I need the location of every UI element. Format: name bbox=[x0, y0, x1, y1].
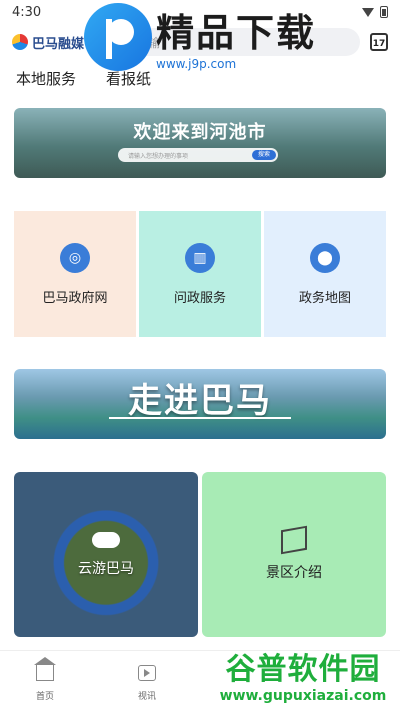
hechi-banner-title: 欢迎来到河池市 bbox=[133, 122, 267, 143]
logo-mark-icon bbox=[12, 34, 28, 50]
location-pin-icon: ⬤ bbox=[310, 242, 340, 273]
wifi-icon bbox=[362, 7, 374, 17]
tile-label: 云游巴马 bbox=[78, 560, 134, 577]
bama-banner-title: 走进巴马 bbox=[128, 381, 272, 421]
service-inquiry[interactable]: ▥ 问政服务 bbox=[139, 211, 261, 337]
tab-newspaper[interactable]: 看报纸 bbox=[106, 68, 151, 89]
service-grid: ◎ 巴马政府网 ▥ 问政服务 ⬤ 政务地图 bbox=[14, 211, 386, 337]
search-placeholder: 请输 bbox=[136, 35, 161, 50]
cloud-plane-icon bbox=[92, 531, 120, 548]
logo-text: 巴马融媒 bbox=[32, 36, 85, 52]
nav-home-label: 首页 bbox=[36, 692, 55, 702]
service-gov-map[interactable]: ⬤ 政务地图 bbox=[264, 211, 386, 337]
search-icon bbox=[118, 36, 130, 48]
home-icon bbox=[34, 657, 56, 681]
calendar-day: 17 bbox=[372, 39, 386, 49]
app-logo: 巴马融媒 bbox=[12, 33, 108, 52]
bama-banner-underline bbox=[109, 417, 291, 419]
hechi-welcome-banner[interactable]: 欢迎来到河池市 请输入您想办理的事项 搜索 bbox=[14, 108, 386, 178]
hechi-search-input[interactable]: 请输入您想办理的事项 搜索 bbox=[118, 148, 278, 162]
building-icon: ▥ bbox=[185, 242, 215, 273]
tab-local-services[interactable]: 本地服务 bbox=[16, 68, 76, 89]
nav-video-label: 视讯 bbox=[138, 692, 157, 702]
video-icon bbox=[138, 665, 156, 681]
status-icons bbox=[362, 6, 388, 18]
map-icon bbox=[281, 525, 307, 554]
search-input[interactable]: 请输 bbox=[108, 28, 360, 56]
tile-scenic-intro[interactable]: 景区介绍 bbox=[202, 472, 386, 637]
service-bama-gov[interactable]: ◎ 巴马政府网 bbox=[14, 211, 136, 337]
globe-icon: ◎ bbox=[60, 242, 90, 273]
tile-cloud-tour[interactable]: 云游巴马 bbox=[14, 472, 198, 637]
nav-home[interactable]: 首页 bbox=[34, 657, 56, 702]
service-label: 问政服务 bbox=[173, 290, 226, 306]
hechi-search-placeholder: 请输入您想办理的事项 bbox=[128, 152, 189, 160]
service-label: 政务地图 bbox=[298, 290, 351, 306]
battery-icon bbox=[380, 6, 388, 18]
status-time: 4:30 bbox=[12, 4, 42, 20]
bama-banner[interactable]: 走进巴马 bbox=[14, 369, 386, 439]
status-bar: 4:30 bbox=[0, 0, 400, 24]
tile-label: 景区介绍 bbox=[266, 564, 322, 581]
app-header: 巴马融媒 请输 17 bbox=[0, 24, 400, 60]
tab-bar: 本地服务 看报纸 bbox=[16, 68, 151, 89]
nav-video[interactable]: 视讯 bbox=[138, 665, 156, 702]
hechi-search-button[interactable]: 搜索 bbox=[251, 150, 276, 160]
calendar-button[interactable]: 17 bbox=[370, 33, 388, 51]
service-label: 巴马政府网 bbox=[42, 290, 108, 306]
bottom-nav: 首页 视讯 bbox=[0, 650, 400, 712]
